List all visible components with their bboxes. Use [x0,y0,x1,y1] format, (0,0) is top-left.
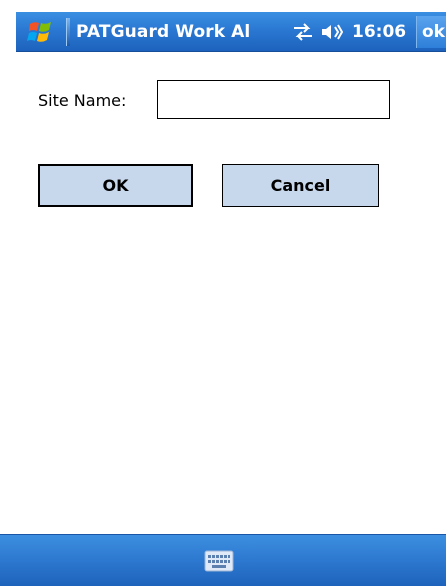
connectivity-icon[interactable] [292,22,314,42]
screen-margin [0,12,16,534]
windows-start-icon[interactable] [26,18,56,46]
device-screen: PATGuard Work Al 16:06 ok Site Name: OK … [0,0,446,586]
ok-button[interactable]: OK [38,164,193,207]
cancel-button[interactable]: Cancel [222,164,379,207]
title-ok-button[interactable]: ok [416,16,446,48]
menu-bar [0,534,446,586]
site-name-label: Site Name: [38,91,127,110]
site-name-input[interactable] [157,80,390,119]
title-separator [66,18,70,46]
volume-icon[interactable] [320,22,344,42]
keyboard-icon[interactable] [204,550,234,572]
title-bar: PATGuard Work Al 16:06 ok [16,12,446,52]
clock[interactable]: 16:06 [352,22,406,42]
window-title: PATGuard Work Al [76,22,251,42]
